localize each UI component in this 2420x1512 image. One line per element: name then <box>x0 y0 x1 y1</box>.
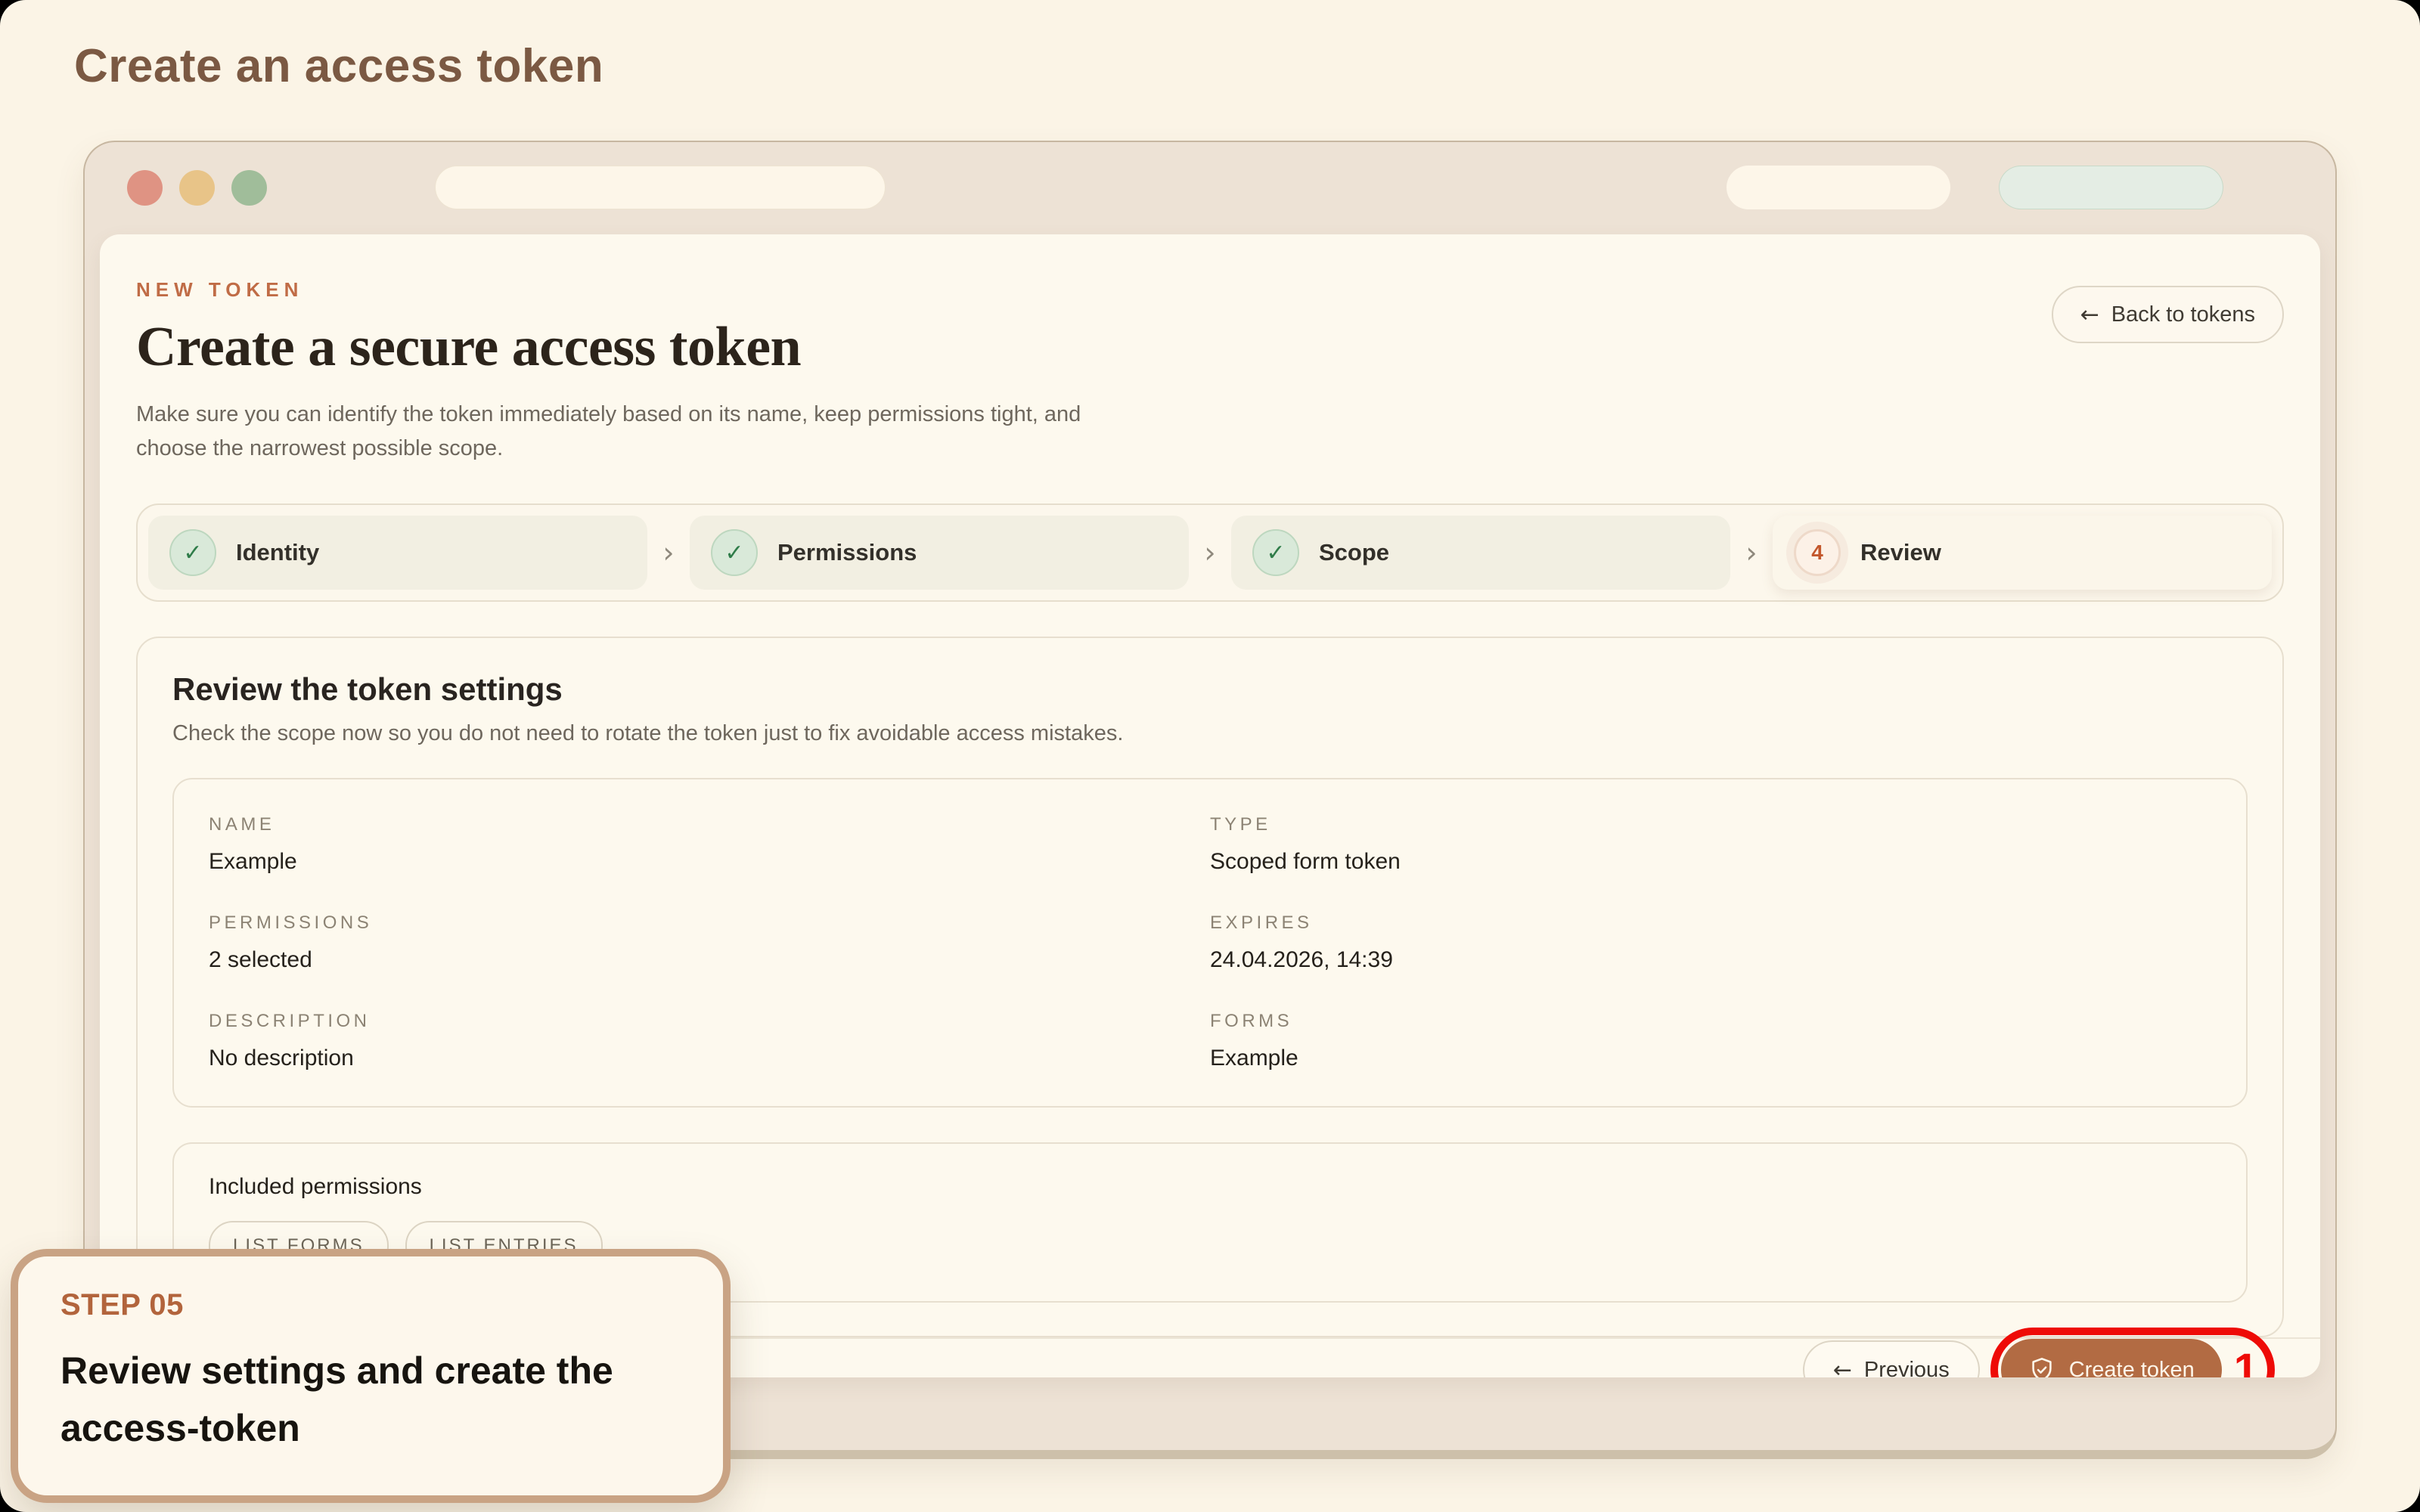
eyebrow-label: NEW TOKEN <box>136 278 1150 302</box>
step-review[interactable]: 4 Review <box>1773 516 2272 590</box>
field-expires: EXPIRES 24.04.2026, 14:39 <box>1210 912 2211 973</box>
step-number-badge: 4 <box>1794 529 1841 576</box>
field-description: DESCRIPTION No description <box>209 1011 1210 1071</box>
step-overlay-eyebrow: STEP 05 <box>60 1288 681 1322</box>
field-label: DESCRIPTION <box>209 1011 1210 1032</box>
window-close-dot <box>127 170 163 206</box>
back-arrow-icon: ← <box>2080 302 2099 328</box>
previous-label: Previous <box>1864 1358 1950 1378</box>
back-to-tokens-label: Back to tokens <box>2111 302 2255 327</box>
review-title: Review the token settings <box>172 671 2248 708</box>
step-permissions-label: Permissions <box>777 539 917 566</box>
browser-chrome <box>85 142 2335 233</box>
check-icon: ✓ <box>1252 529 1299 576</box>
field-permissions: PERMISSIONS 2 selected <box>209 912 1210 973</box>
chrome-pill-right <box>1999 166 2223 209</box>
field-type: TYPE Scoped form token <box>1210 814 2211 875</box>
check-icon: ✓ <box>169 529 216 576</box>
field-value: Example <box>209 849 1210 875</box>
window-zoom-dot <box>231 170 267 206</box>
create-token-label: Create token <box>2069 1358 2195 1378</box>
field-label: TYPE <box>1210 814 2211 835</box>
annotation-number: 1 <box>2234 1348 2263 1377</box>
field-value: Example <box>1210 1046 2211 1071</box>
create-token-annotated-group: Create token 1 <box>2001 1339 2263 1377</box>
back-to-tokens-button[interactable]: ← Back to tokens <box>2052 286 2284 343</box>
step-identity[interactable]: ✓ Identity <box>148 516 647 590</box>
step-scope[interactable]: ✓ Scope <box>1231 516 1730 590</box>
included-permissions-title: Included permissions <box>209 1174 2211 1200</box>
field-value: 24.04.2026, 14:39 <box>1210 947 2211 973</box>
field-label: EXPIRES <box>1210 912 2211 934</box>
field-value: Scoped form token <box>1210 849 2211 875</box>
previous-button[interactable]: ← Previous <box>1803 1340 1980 1377</box>
page: Create an access token NEW TOKEN Create … <box>0 0 2420 1512</box>
field-value: No description <box>209 1046 1210 1071</box>
stepper: ✓ Identity › ✓ Permissions › ✓ Scope › <box>136 503 2284 602</box>
summary-box: NAME Example TYPE Scoped form token PERM… <box>172 778 2248 1108</box>
check-icon: ✓ <box>711 529 758 576</box>
field-name: NAME Example <box>209 814 1210 875</box>
field-value: 2 selected <box>209 947 1210 973</box>
previous-arrow-icon: ← <box>1833 1357 1852 1378</box>
chevron-right-icon: › <box>1189 536 1231 569</box>
step-review-label: Review <box>1860 539 1941 566</box>
panel-body: NEW TOKEN Create a secure access token M… <box>100 234 2320 1337</box>
chrome-pill-left <box>1727 166 1950 209</box>
app-heading: Create a secure access token <box>136 315 1150 380</box>
field-label: PERMISSIONS <box>209 912 1210 934</box>
step-identity-label: Identity <box>236 539 319 566</box>
shield-check-icon <box>2028 1356 2055 1377</box>
chevron-right-icon: › <box>1730 536 1773 569</box>
step-permissions[interactable]: ✓ Permissions <box>690 516 1189 590</box>
step-overlay-card: STEP 05 Review settings and create the a… <box>11 1249 731 1503</box>
window-minimize-dot <box>179 170 215 206</box>
chevron-right-icon: › <box>647 536 690 569</box>
field-forms: FORMS Example <box>1210 1011 2211 1071</box>
page-title: Create an access token <box>74 39 603 93</box>
app-panel: NEW TOKEN Create a secure access token M… <box>100 234 2320 1377</box>
review-card: Review the token settings Check the scop… <box>136 637 2284 1337</box>
field-label: NAME <box>209 814 1210 835</box>
review-subtitle: Check the scope now so you do not need t… <box>172 721 2248 746</box>
create-token-button[interactable]: Create token <box>2001 1339 2222 1377</box>
header-row: NEW TOKEN Create a secure access token M… <box>136 278 2284 466</box>
step-scope-label: Scope <box>1319 539 1389 566</box>
header-text: NEW TOKEN Create a secure access token M… <box>136 278 1150 466</box>
app-description: Make sure you can identify the token imm… <box>136 398 1150 466</box>
step-overlay-text: Review settings and create the access-to… <box>60 1342 681 1457</box>
address-bar <box>435 166 886 209</box>
field-label: FORMS <box>1210 1011 2211 1032</box>
